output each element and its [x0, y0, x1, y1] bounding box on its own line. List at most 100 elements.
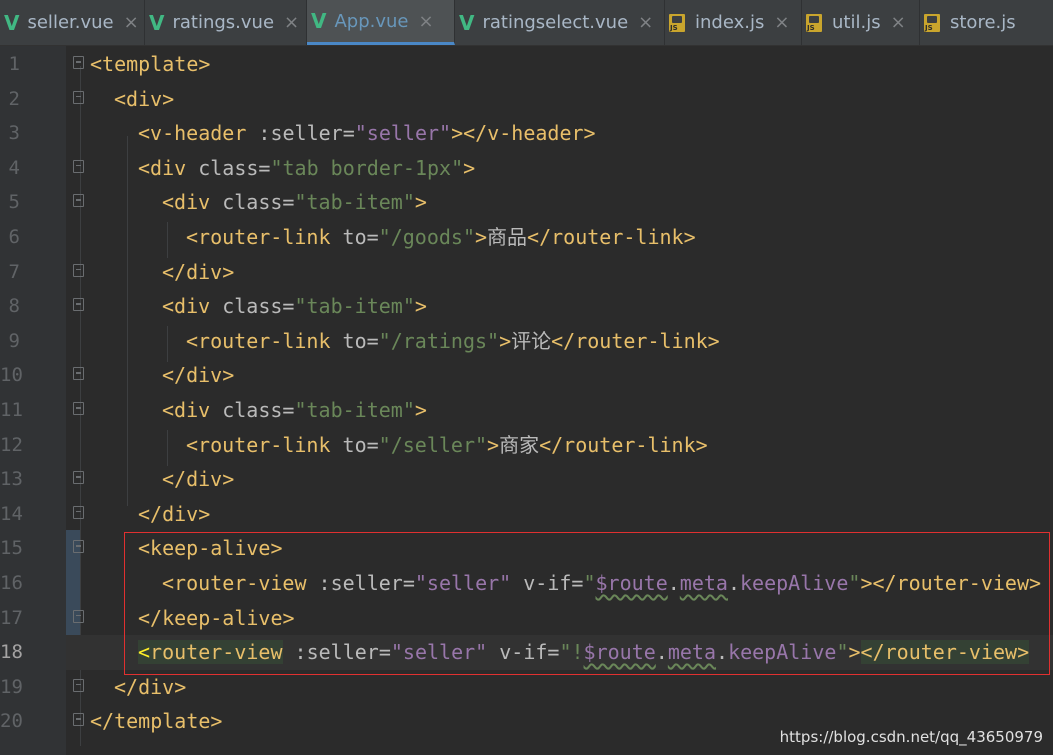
route-var: $route [583, 640, 656, 665]
tag-close: ></v-header> [451, 121, 596, 146]
close-icon[interactable]: × [774, 12, 789, 33]
tag-close: > [475, 225, 488, 249]
line-number: 15 [0, 537, 23, 560]
close-icon[interactable]: × [124, 12, 139, 33]
fold-icon[interactable] [73, 678, 84, 692]
tag-div-close: </div> [138, 501, 211, 526]
fold-icon[interactable] [73, 263, 84, 277]
js-file-icon [806, 13, 822, 32]
tag-name: <router-view [162, 571, 307, 595]
quote: " [848, 571, 861, 595]
fold-icon[interactable] [73, 402, 84, 415]
code-line-7: 7 </div> [0, 255, 1053, 290]
quote: " [836, 640, 849, 665]
line-number: 12 [0, 433, 23, 456]
tag-name: <div [138, 155, 187, 180]
meta-prop: meta [667, 640, 717, 665]
dot: . [727, 571, 741, 595]
tag-name: <router-link [186, 432, 331, 457]
tab-util-js[interactable]: util.js × [802, 0, 920, 45]
code-line-6: 6 <router-link to="/goods">商品</router-li… [0, 220, 1053, 255]
line-number: 19 [0, 675, 23, 698]
tab-label: index.js [695, 12, 765, 33]
quote: " [583, 571, 596, 595]
code-line-10: 10 </div> [0, 358, 1053, 393]
attr-value: "/ratings" [378, 328, 500, 353]
code-line-2: 2 <div> [0, 82, 1053, 117]
line-number: 6 [8, 226, 20, 248]
code-line-18: 18 <router-view :seller="seller" v-if="!… [0, 635, 1053, 670]
fold-icon[interactable] [73, 713, 84, 727]
route-var: $route [595, 571, 668, 595]
fold-icon[interactable] [73, 298, 84, 312]
fold-icon[interactable] [73, 505, 84, 519]
tag-close: > [414, 190, 427, 215]
fold-icon[interactable] [73, 609, 84, 623]
fold-icon[interactable] [73, 194, 84, 208]
close-icon[interactable]: × [891, 12, 906, 33]
close-icon[interactable]: × [419, 11, 434, 32]
attr-name: class= [210, 398, 295, 422]
line-number: 1 [8, 53, 20, 75]
line-number: 13 [0, 468, 23, 491]
line-number: 18 [0, 641, 23, 664]
tab-ratings-vue[interactable]: V ratings.vue × [145, 0, 307, 45]
tab-ratingselect-vue[interactable]: V ratingselect.vue × [455, 0, 665, 45]
editor-tab-bar: V seller.vue × V ratings.vue × V App.vue… [0, 0, 1053, 46]
tag-keep-alive-open: <keep-alive> [138, 536, 283, 561]
tag-div-close: </div> [114, 674, 187, 699]
tab-index-js[interactable]: index.js × [665, 0, 802, 45]
fold-icon[interactable] [73, 471, 84, 485]
attr-value: "seller" [414, 571, 512, 595]
attr-value: "tab-item" [294, 294, 415, 319]
tag-name: <div [162, 294, 211, 319]
code-line-3: 3 <v-header :seller="seller"></v-header> [0, 116, 1053, 151]
attr-name: :seller= [282, 640, 391, 665]
vue-icon: V [149, 10, 165, 35]
fold-icon[interactable] [73, 90, 84, 104]
line-number: 2 [8, 87, 20, 110]
tab-label: util.js [832, 12, 881, 33]
tab-seller-vue[interactable]: V seller.vue × [0, 0, 145, 45]
code-line-5: 5 <div class="tab-item"> [0, 185, 1053, 220]
tag-close: > [414, 294, 427, 319]
tag-name: <div [162, 190, 211, 215]
fold-icon[interactable] [73, 367, 84, 381]
close-icon[interactable]: × [284, 12, 299, 33]
attr-value: "/seller" [378, 432, 488, 457]
tag-close: > [414, 398, 427, 422]
meta-prop: meta [679, 571, 728, 595]
keepalive-prop: keepAlive [728, 640, 837, 665]
line-number: 14 [0, 502, 23, 525]
tab-app-vue[interactable]: V App.vue × [307, 0, 455, 45]
code-editor[interactable]: 1 <template> 2 <div> 3 <v-header :seller… [0, 46, 1053, 755]
link-text: 商品 [487, 225, 528, 249]
close-icon[interactable]: × [638, 12, 653, 33]
matching-tag-close: </router-view> [860, 640, 1030, 665]
attr-name: v-if= [511, 571, 584, 595]
fold-icon[interactable] [73, 159, 84, 173]
code-line-14: 14 </div> [0, 497, 1053, 532]
attr-name: class= [186, 155, 271, 180]
tag-name: <router-link [186, 225, 331, 249]
dot: . [655, 640, 668, 665]
code-line-11: 11 <div class="tab-item"> [0, 393, 1053, 428]
vue-icon: V [4, 10, 20, 35]
tab-label: store.js [950, 12, 1016, 33]
tab-store-js[interactable]: store.js [920, 0, 1053, 45]
fold-icon[interactable] [73, 56, 84, 69]
line-number: 9 [8, 329, 20, 352]
tag-div-close: </div> [162, 467, 235, 492]
tag-close: ></router-view> [860, 571, 1042, 595]
fold-icon[interactable] [73, 540, 84, 554]
tag-name-text: router-view [150, 640, 283, 665]
line-number: 5 [8, 191, 20, 214]
tag-keep-alive-close: </keep-alive> [138, 605, 295, 630]
attr-name: to= [330, 328, 379, 353]
attr-name: to= [330, 225, 379, 249]
code-line-17: 17 </keep-alive> [0, 601, 1053, 636]
attr-name: to= [330, 432, 379, 457]
tag-name: <router-link [186, 328, 331, 353]
keepalive-prop: keepAlive [740, 571, 849, 595]
tag-div-open: <div> [114, 86, 175, 111]
